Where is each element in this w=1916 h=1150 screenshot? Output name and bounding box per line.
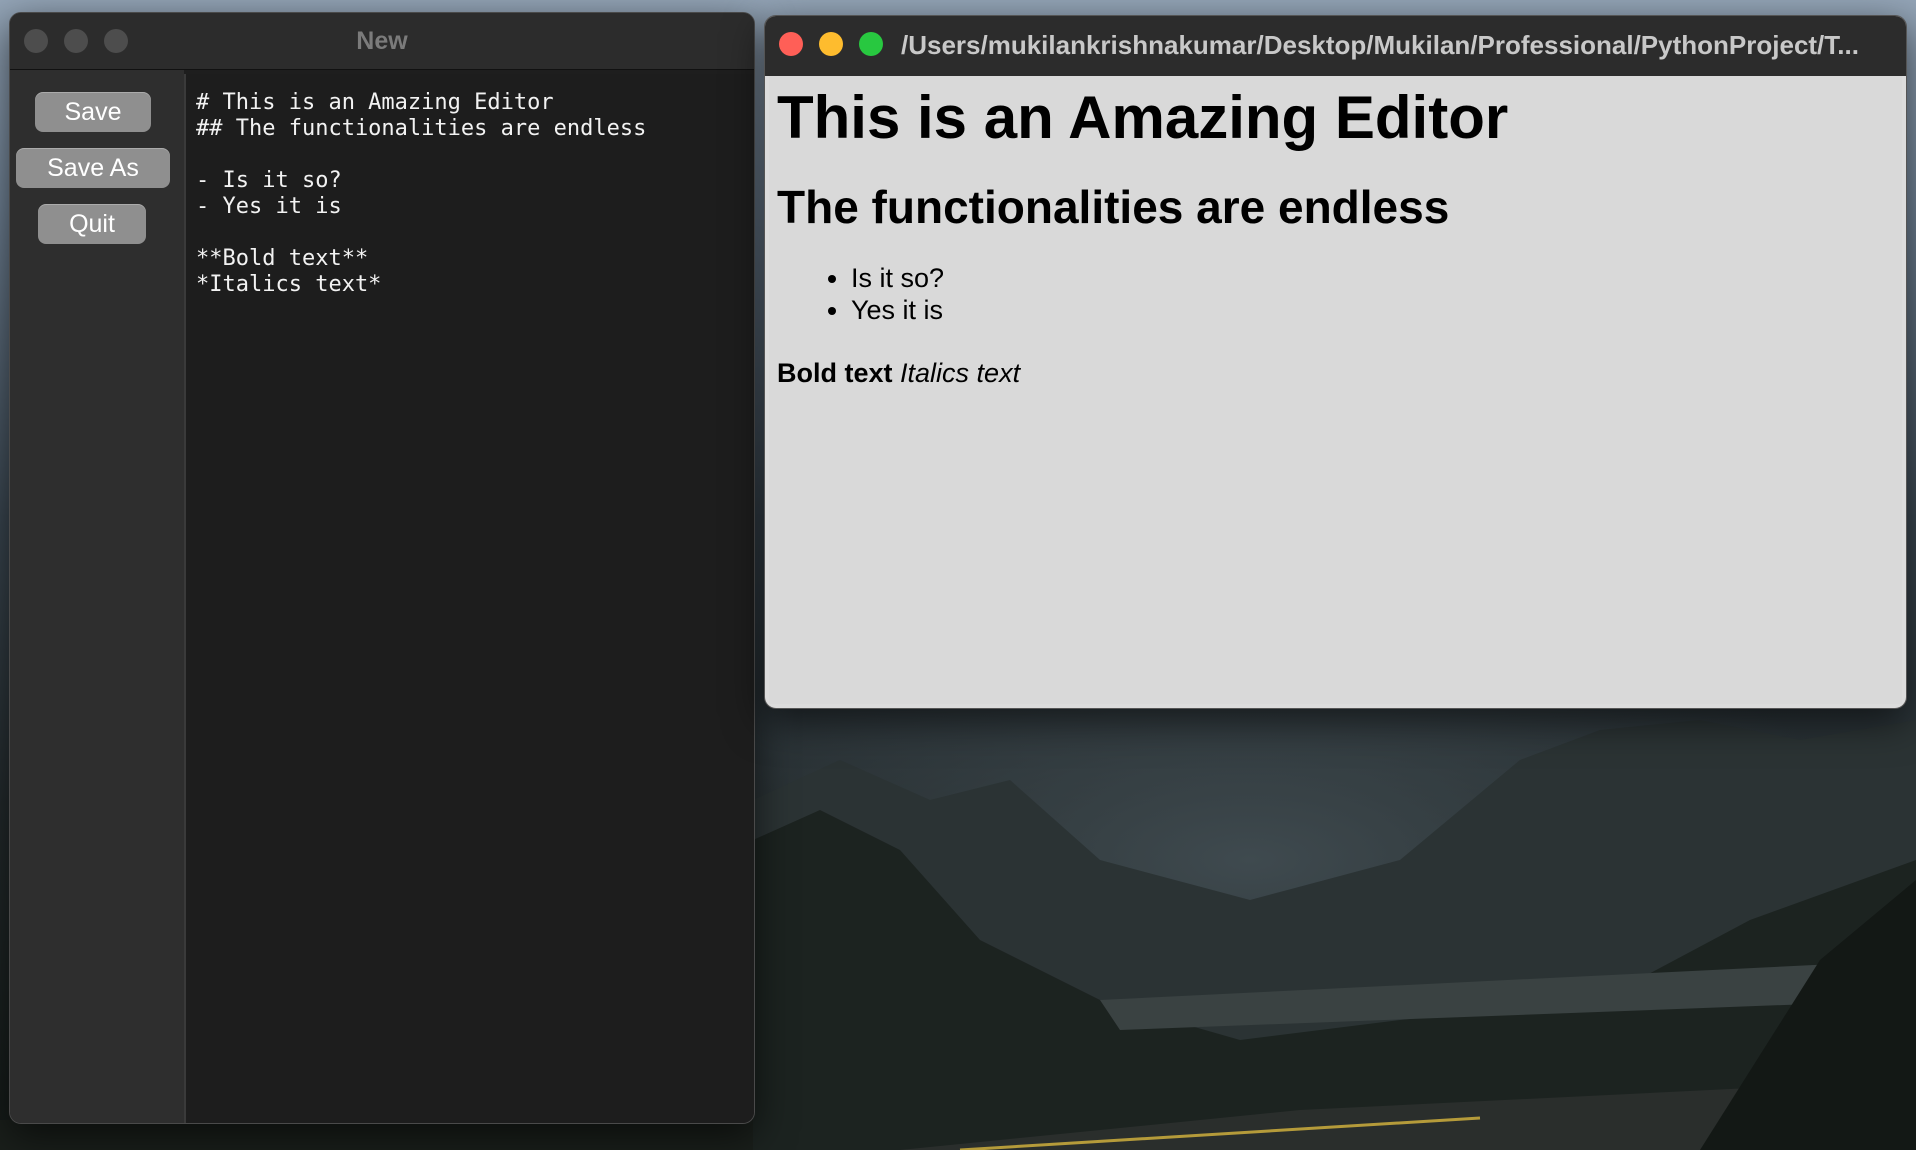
paragraph: Bold text Italics text bbox=[777, 356, 1894, 390]
window-title: New bbox=[356, 27, 408, 55]
minimize-button[interactable] bbox=[819, 32, 843, 56]
editor-titlebar[interactable]: New bbox=[10, 13, 754, 70]
close-button[interactable] bbox=[779, 32, 803, 56]
heading-1: This is an Amazing Editor bbox=[777, 84, 1509, 151]
editor-window: New Save Save As Quit # This is an Amazi… bbox=[9, 12, 755, 1124]
save-as-button[interactable]: Save As bbox=[16, 148, 170, 188]
preview-titlebar[interactable]: /Users/mukilankrishnakumar/Desktop/Mukil… bbox=[765, 16, 1906, 76]
bold-text: Bold text bbox=[777, 358, 893, 388]
zoom-button[interactable] bbox=[859, 32, 883, 56]
button-sidebar: Save Save As Quit bbox=[10, 70, 184, 1123]
preview-window: /Users/mukilankrishnakumar/Desktop/Mukil… bbox=[764, 15, 1907, 709]
list-item: Yes it is bbox=[851, 294, 1894, 326]
list-item: Is it so? bbox=[851, 262, 1894, 294]
window-title: /Users/mukilankrishnakumar/Desktop/Mukil… bbox=[901, 30, 1859, 60]
save-button[interactable]: Save bbox=[35, 92, 151, 132]
bullet-list: Is it so? Yes it is bbox=[777, 262, 1894, 326]
editor-body: Save Save As Quit # This is an Amazing E… bbox=[10, 70, 754, 1123]
markdown-text-area[interactable]: # This is an Amazing Editor ## The funct… bbox=[184, 74, 754, 1123]
window-controls bbox=[779, 32, 883, 56]
heading-2: The functionalities are endless bbox=[777, 181, 1450, 233]
rendered-preview: This is an Amazing Editor The functional… bbox=[769, 76, 1902, 704]
quit-button[interactable]: Quit bbox=[38, 204, 146, 244]
italic-text: Italics text bbox=[900, 358, 1021, 388]
